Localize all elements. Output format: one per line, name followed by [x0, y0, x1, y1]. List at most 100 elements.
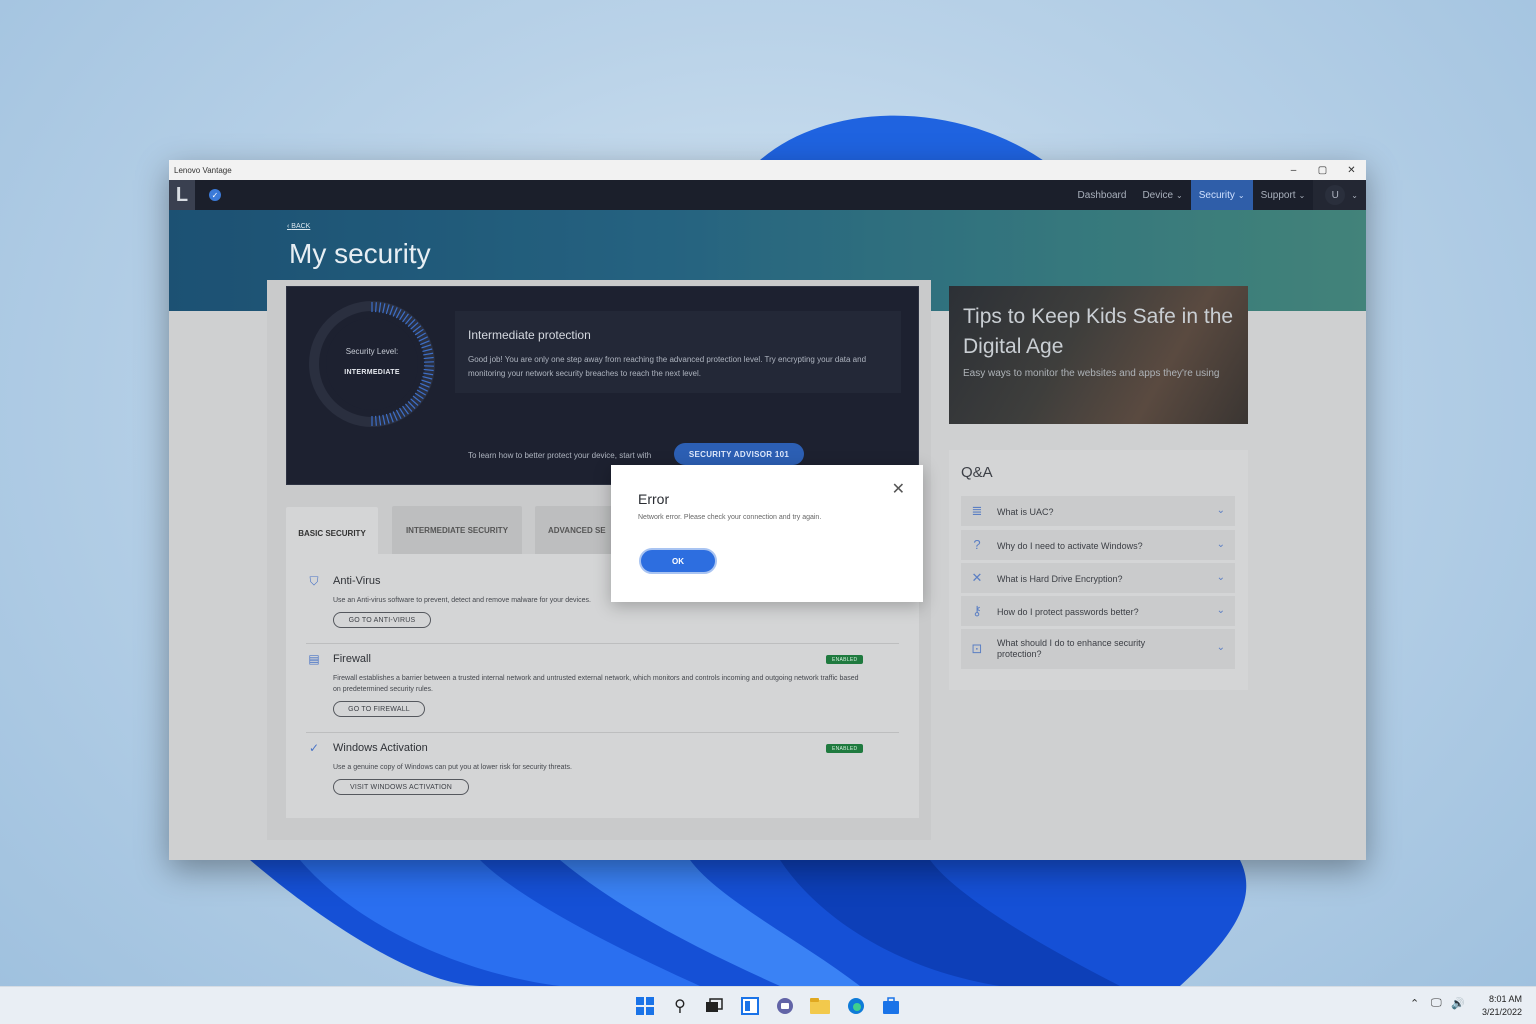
back-label: BACK: [291, 223, 311, 230]
firewall-title: Firewall: [333, 653, 371, 665]
qa-question: What is Hard Drive Encryption?: [997, 574, 1123, 584]
promo-article-card[interactable]: Tips to Keep Kids Safe in the Digital Ag…: [949, 286, 1248, 424]
antivirus-title: Anti-Virus: [333, 575, 381, 587]
minimize-button[interactable]: –: [1279, 160, 1308, 180]
check-circle-icon: ✓: [308, 741, 320, 755]
qa-item-hard-drive-encryption[interactable]: ✕ What is Hard Drive Encryption? ⌄: [961, 563, 1235, 593]
chevron-down-icon: ⌄: [1216, 572, 1225, 583]
file-explorer-icon[interactable]: [809, 995, 831, 1017]
firewall-enabled-badge: ENABLED: [826, 655, 864, 664]
window-title: Lenovo Vantage: [174, 165, 232, 175]
tools-icon: ✕: [971, 570, 983, 585]
teams-chat-icon[interactable]: [774, 995, 796, 1017]
promo-subtitle: Easy ways to monitor the websites and ap…: [963, 368, 1220, 379]
windows-start-icon[interactable]: [634, 995, 656, 1017]
go-to-firewall-button[interactable]: GO TO FIREWALL: [333, 701, 425, 717]
qa-title: Q&A: [961, 464, 993, 481]
restore-button[interactable]: ▢: [1308, 160, 1337, 180]
security-advisor-button[interactable]: SECURITY ADVISOR 101: [674, 443, 804, 465]
visit-windows-activation-button[interactable]: VISIT WINDOWS ACTIVATION: [333, 779, 469, 795]
chevron-down-icon: ⌄: [1351, 190, 1358, 200]
qa-item-activate-windows[interactable]: ? Why do I need to activate Windows? ⌄: [961, 530, 1235, 560]
tab-advanced-security[interactable]: ADVANCED SE: [535, 506, 615, 554]
widgets-icon[interactable]: [739, 995, 761, 1017]
nav-dashboard-label: Dashboard: [1077, 189, 1127, 201]
divider: [306, 643, 899, 644]
tab-intermediate-security-label: INTERMEDIATE SECURITY: [405, 525, 509, 535]
chevron-down-icon: ⌄: [1237, 190, 1245, 200]
nav-links: Dashboard Device ⌄ Security ⌄ Support ⌄ …: [1070, 180, 1366, 210]
top-navigation: L ✓ Dashboard Device ⌄ Security ⌄ Suppor…: [169, 180, 1366, 210]
title-bar: Lenovo Vantage – ▢ ✕: [169, 160, 1366, 180]
qa-question: What should I do to enhance security pro…: [997, 638, 1146, 659]
nav-device[interactable]: Device ⌄: [1134, 180, 1190, 210]
firewall-icon: ▤: [308, 652, 320, 666]
store-icon[interactable]: [880, 995, 902, 1017]
qa-item-uac[interactable]: ≣ What is UAC? ⌄: [961, 496, 1235, 526]
nav-device-label: Device: [1142, 189, 1174, 201]
windows-activation-title: Windows Activation: [333, 742, 428, 754]
divider: [306, 732, 899, 733]
chevron-down-icon: ⌄: [1216, 642, 1225, 653]
clock-time[interactable]: 8:01 AM: [1482, 994, 1522, 1004]
ok-button[interactable]: OK: [639, 548, 717, 574]
volume-icon[interactable]: 🔊: [1451, 997, 1465, 1010]
tab-intermediate-security[interactable]: INTERMEDIATE SECURITY: [392, 506, 522, 554]
question-icon: ?: [973, 537, 981, 552]
security-status-icon: ✓: [209, 189, 221, 201]
qa-item-enhance-security[interactable]: ⊡ What should I do to enhance security p…: [961, 629, 1235, 669]
security-level-label: Security Level:: [345, 347, 399, 356]
level-heading: Intermediate protection: [468, 328, 591, 342]
search-icon[interactable]: ⚲: [669, 995, 691, 1017]
chevron-down-icon: ⌄: [1298, 190, 1306, 200]
nav-support[interactable]: Support ⌄: [1253, 180, 1314, 210]
level-description: Good job! You are only one step away fro…: [468, 355, 867, 378]
chevron-down-icon: ⌄: [1176, 190, 1183, 200]
user-menu[interactable]: U ⌄: [1313, 180, 1366, 210]
promo-title: Tips to Keep Kids Safe in the Digital Ag…: [963, 305, 1234, 358]
nav-dashboard[interactable]: Dashboard: [1070, 180, 1135, 210]
advisor-prompt: To learn how to better protect your devi…: [468, 451, 652, 460]
lock-icon: ⊡: [971, 641, 983, 656]
qa-question: What is UAC?: [997, 507, 1054, 517]
chevron-down-icon: ⌄: [1216, 505, 1225, 516]
go-to-antivirus-button[interactable]: GO TO ANTI-VIRUS: [333, 612, 431, 628]
security-level-gauge: [309, 301, 435, 427]
qa-item-protect-passwords[interactable]: ⚷ How do I protect passwords better? ⌄: [961, 596, 1235, 626]
close-icon[interactable]: ✕: [892, 479, 905, 499]
tab-basic-security-label: BASIC SECURITY: [298, 528, 366, 538]
tab-advanced-security-label: ADVANCED SE: [548, 525, 606, 535]
lenovo-logo[interactable]: L: [169, 180, 195, 210]
nav-security-label: Security: [1198, 189, 1235, 201]
dialog-message: Network error. Please check your connect…: [638, 514, 822, 521]
avatar: U: [1325, 185, 1346, 205]
windows-activation-description: Use a genuine copy of Windows can put yo…: [333, 764, 572, 771]
close-window-button[interactable]: ✕: [1337, 160, 1366, 180]
clock-date[interactable]: 3/21/2022: [1474, 1007, 1522, 1017]
firewall-description: Firewall establishes a barrier between a…: [333, 675, 859, 693]
nav-support-label: Support: [1260, 189, 1296, 201]
page-title: My security: [289, 238, 431, 269]
back-link[interactable]: ‹ BACK: [287, 223, 310, 230]
chevron-down-icon: ⌄: [1216, 605, 1225, 616]
taskbar: ⚲ ⌃ 🖵 🔊 8:01 AM 3/21/2022: [0, 986, 1536, 1024]
qa-question: Why do I need to activate Windows?: [997, 541, 1143, 551]
key-icon: ⚷: [972, 603, 982, 618]
error-dialog: Error Network error. Please check your c…: [611, 465, 923, 602]
gauge-tick: [375, 302, 377, 313]
database-icon: ≣: [971, 503, 983, 518]
security-level-value: INTERMEDIATE: [344, 369, 400, 376]
windows-activation-enabled-badge: ENABLED: [826, 744, 864, 753]
chevron-up-icon[interactable]: ⌃: [1410, 997, 1419, 1010]
nav-security[interactable]: Security ⌄: [1190, 180, 1253, 210]
gauge-tick: [375, 415, 377, 426]
qa-question: How do I protect passwords better?: [997, 607, 1139, 617]
task-view-icon[interactable]: [703, 995, 725, 1017]
security-level-card: Security Level: INTERMEDIATE Intermediat…: [286, 286, 919, 485]
network-icon[interactable]: 🖵: [1431, 997, 1442, 1010]
edge-browser-icon[interactable]: [845, 995, 867, 1017]
tab-basic-security[interactable]: BASIC SECURITY: [286, 507, 378, 559]
shield-icon: ⛉: [309, 574, 319, 588]
qa-card: Q&A ≣ What is UAC? ⌄ ? Why do I need to …: [949, 450, 1248, 690]
chevron-down-icon: ⌄: [1216, 539, 1225, 550]
